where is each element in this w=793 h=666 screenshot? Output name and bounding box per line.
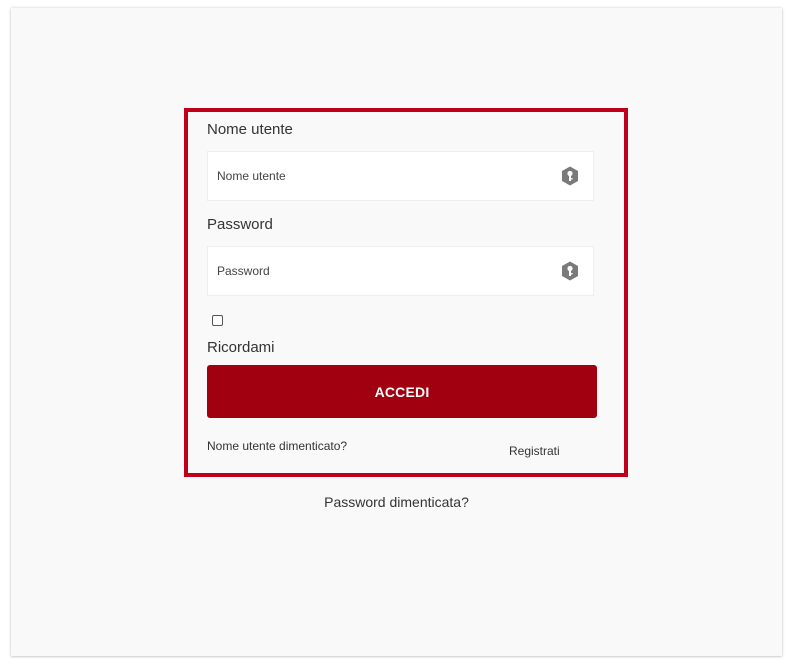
key-icon: [562, 261, 578, 281]
remember-me-checkbox[interactable]: [212, 315, 223, 326]
forgot-username-link[interactable]: Nome utente dimenticato?: [207, 439, 347, 453]
password-label: Password: [207, 216, 273, 233]
password-input[interactable]: [208, 247, 548, 295]
remember-me-label: Ricordami: [207, 339, 275, 356]
username-field-wrapper: [207, 151, 594, 201]
login-button[interactable]: ACCEDI: [207, 365, 597, 418]
key-icon: [562, 166, 578, 186]
register-link[interactable]: Registrati: [509, 444, 560, 458]
username-input[interactable]: [208, 152, 548, 200]
password-field-wrapper: [207, 246, 594, 296]
username-label: Nome utente: [207, 121, 293, 138]
forgot-password-link[interactable]: Password dimenticata?: [0, 494, 793, 510]
